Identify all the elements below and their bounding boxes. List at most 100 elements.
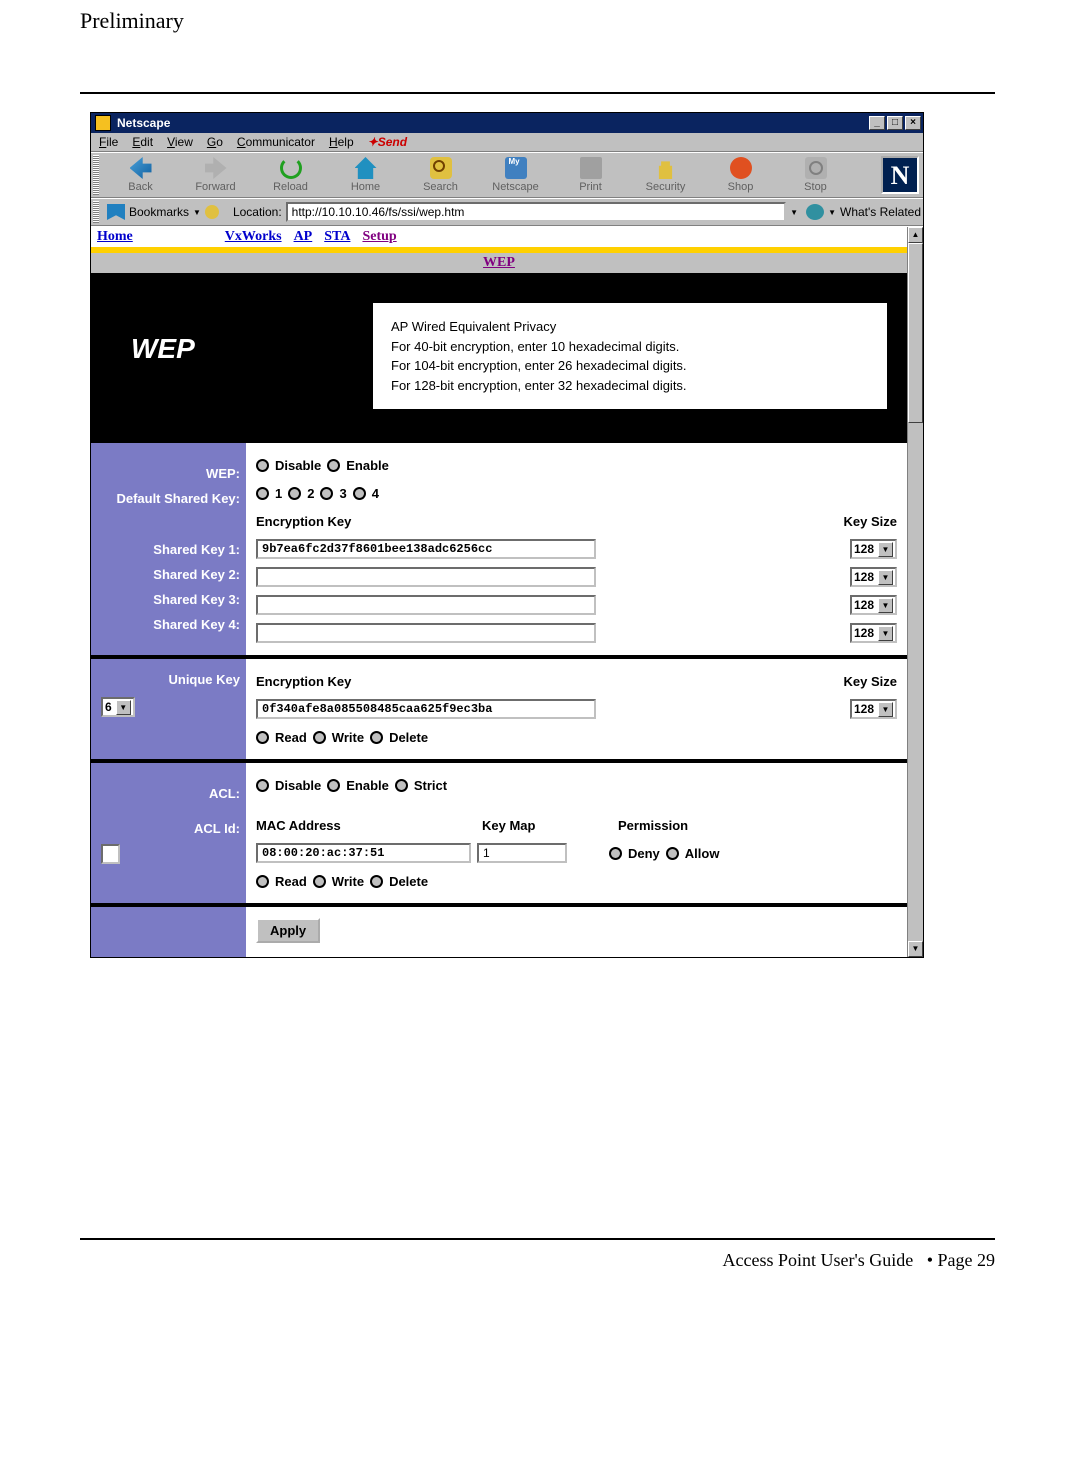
send-button[interactable]: ✦Send xyxy=(368,135,407,149)
bookmark-icon xyxy=(107,204,125,220)
search-button[interactable]: Search xyxy=(403,155,478,195)
unique-key-size[interactable]: 128▼ xyxy=(850,699,897,719)
shared-key-3-input[interactable] xyxy=(256,595,596,615)
acl-strict-radio[interactable] xyxy=(395,779,408,792)
forward-button[interactable]: Forward xyxy=(178,155,253,195)
stop-button[interactable]: Stop xyxy=(778,155,853,195)
toolbar-grip[interactable] xyxy=(93,155,99,195)
encryption-key-header: Encryption Key xyxy=(256,514,596,529)
location-pin-icon xyxy=(205,205,219,219)
menu-edit[interactable]: Edit xyxy=(132,135,153,149)
url-dropdown[interactable]: ▼ xyxy=(790,208,798,217)
whats-related-button[interactable]: ▼ What's Related xyxy=(806,204,921,220)
uk-write-radio[interactable] xyxy=(313,731,326,744)
nav-home[interactable]: Home xyxy=(91,227,139,247)
netscape-icon xyxy=(95,115,111,131)
shared-key-4-input[interactable] xyxy=(256,623,596,643)
unique-key-label: Unique Key xyxy=(97,667,240,692)
page-footer: Access Point User's Guide • Page 29 xyxy=(80,1250,995,1291)
menu-communicator[interactable]: Communicator xyxy=(237,135,315,149)
menu-help[interactable]: Help xyxy=(329,135,354,149)
scroll-thumb[interactable] xyxy=(908,243,923,423)
keymap-input[interactable]: 1 xyxy=(477,843,567,863)
aclid-input[interactable]: 4 xyxy=(101,844,120,864)
preliminary-label: Preliminary xyxy=(80,0,995,34)
dsk-radio-3[interactable] xyxy=(320,487,333,500)
back-button[interactable]: Back xyxy=(103,155,178,195)
shop-button[interactable]: Shop xyxy=(703,155,778,195)
home-button[interactable]: Home xyxy=(328,155,403,195)
scroll-down-button[interactable]: ▼ xyxy=(908,941,923,957)
wep-tab[interactable]: WEP xyxy=(91,253,907,273)
shared-key-2-input[interactable] xyxy=(256,567,596,587)
chevron-down-icon: ▼ xyxy=(878,626,893,641)
url-input[interactable]: http://10.10.10.46/fs/ssi/wep.htm xyxy=(286,202,787,222)
uk-delete-radio[interactable] xyxy=(370,731,383,744)
chevron-down-icon: ▼ xyxy=(878,598,893,613)
dsk-radio-4[interactable] xyxy=(353,487,366,500)
uk-read-radio[interactable] xyxy=(256,731,269,744)
uk-size-header: Key Size xyxy=(844,674,897,689)
maximize-button[interactable]: □ xyxy=(887,116,903,130)
uk-encryption-header: Encryption Key xyxy=(256,674,596,689)
nav-setup[interactable]: Setup xyxy=(356,227,402,247)
acl-enable-radio[interactable] xyxy=(327,779,340,792)
location-label: Location: xyxy=(233,205,282,219)
menu-file[interactable]: File xyxy=(99,135,118,149)
chevron-down-icon: ▼ xyxy=(116,700,131,715)
wep-enable-radio[interactable] xyxy=(327,459,340,472)
shared-key-4-size[interactable]: 128▼ xyxy=(850,623,897,643)
aclid-label: ACL Id: xyxy=(97,816,240,841)
acl-disable-radio[interactable] xyxy=(256,779,269,792)
dsk-radio-2[interactable] xyxy=(288,487,301,500)
print-button[interactable]: Print xyxy=(553,155,628,195)
wep-disable-radio[interactable] xyxy=(256,459,269,472)
shared-key-1-label: Shared Key 1: xyxy=(97,537,240,562)
netscape-button[interactable]: Netscape xyxy=(478,155,553,195)
acl-read-radio[interactable] xyxy=(256,875,269,888)
lock-icon xyxy=(655,157,677,179)
security-button[interactable]: Security xyxy=(628,155,703,195)
mac-header: MAC Address xyxy=(256,818,476,833)
unique-key-input[interactable]: 0f340afe8a085508485caa625f9ec3ba xyxy=(256,699,596,719)
perm-deny-radio[interactable] xyxy=(609,847,622,860)
shared-key-3-size[interactable]: 128▼ xyxy=(850,595,897,615)
wep-heading: WEP xyxy=(131,303,361,409)
forward-icon xyxy=(205,157,227,179)
menubar: File Edit View Go Communicator Help ✦Sen… xyxy=(91,133,923,152)
reload-button[interactable]: Reload xyxy=(253,155,328,195)
locbar-grip[interactable] xyxy=(93,201,99,223)
mac-input[interactable]: 08:00:20:ac:37:51 xyxy=(256,843,471,863)
shared-key-4-label: Shared Key 4: xyxy=(97,612,240,637)
vertical-scrollbar[interactable]: ▲ ▼ xyxy=(907,227,923,957)
menu-go[interactable]: Go xyxy=(207,135,223,149)
bookmarks-button[interactable]: Bookmarks▼ xyxy=(107,204,201,220)
permission-header: Permission xyxy=(618,818,688,833)
location-bar: Bookmarks▼ Location: http://10.10.10.46/… xyxy=(91,198,923,226)
unique-key-id-select[interactable]: 6▼ xyxy=(101,697,135,717)
acl-write-radio[interactable] xyxy=(313,875,326,888)
default-shared-key-label: Default Shared Key: xyxy=(97,486,240,511)
nav-vxworks[interactable]: VxWorks xyxy=(219,227,288,247)
acl-label: ACL: xyxy=(97,781,240,806)
apply-button[interactable]: Apply xyxy=(256,918,320,943)
chevron-down-icon: ▼ xyxy=(878,542,893,557)
print-icon xyxy=(580,157,602,179)
key-size-header: Key Size xyxy=(844,514,897,529)
shared-key-1-size[interactable]: 128▼ xyxy=(850,539,897,559)
dsk-radio-1[interactable] xyxy=(256,487,269,500)
menu-view[interactable]: View xyxy=(167,135,193,149)
shared-key-2-size[interactable]: 128▼ xyxy=(850,567,897,587)
scroll-up-button[interactable]: ▲ xyxy=(908,227,923,243)
perm-allow-radio[interactable] xyxy=(666,847,679,860)
nav-ap[interactable]: AP xyxy=(288,227,319,247)
reload-icon xyxy=(280,157,302,179)
nav-sta[interactable]: STA xyxy=(318,227,356,247)
minimize-button[interactable]: _ xyxy=(869,116,885,130)
close-button[interactable]: × xyxy=(905,116,921,130)
page-nav: Home VxWorks AP STA Setup xyxy=(91,227,907,247)
home-icon xyxy=(355,157,377,179)
chevron-down-icon: ▼ xyxy=(878,570,893,585)
shared-key-1-input[interactable]: 9b7ea6fc2d37f8601bee138adc6256cc xyxy=(256,539,596,559)
acl-delete-radio[interactable] xyxy=(370,875,383,888)
